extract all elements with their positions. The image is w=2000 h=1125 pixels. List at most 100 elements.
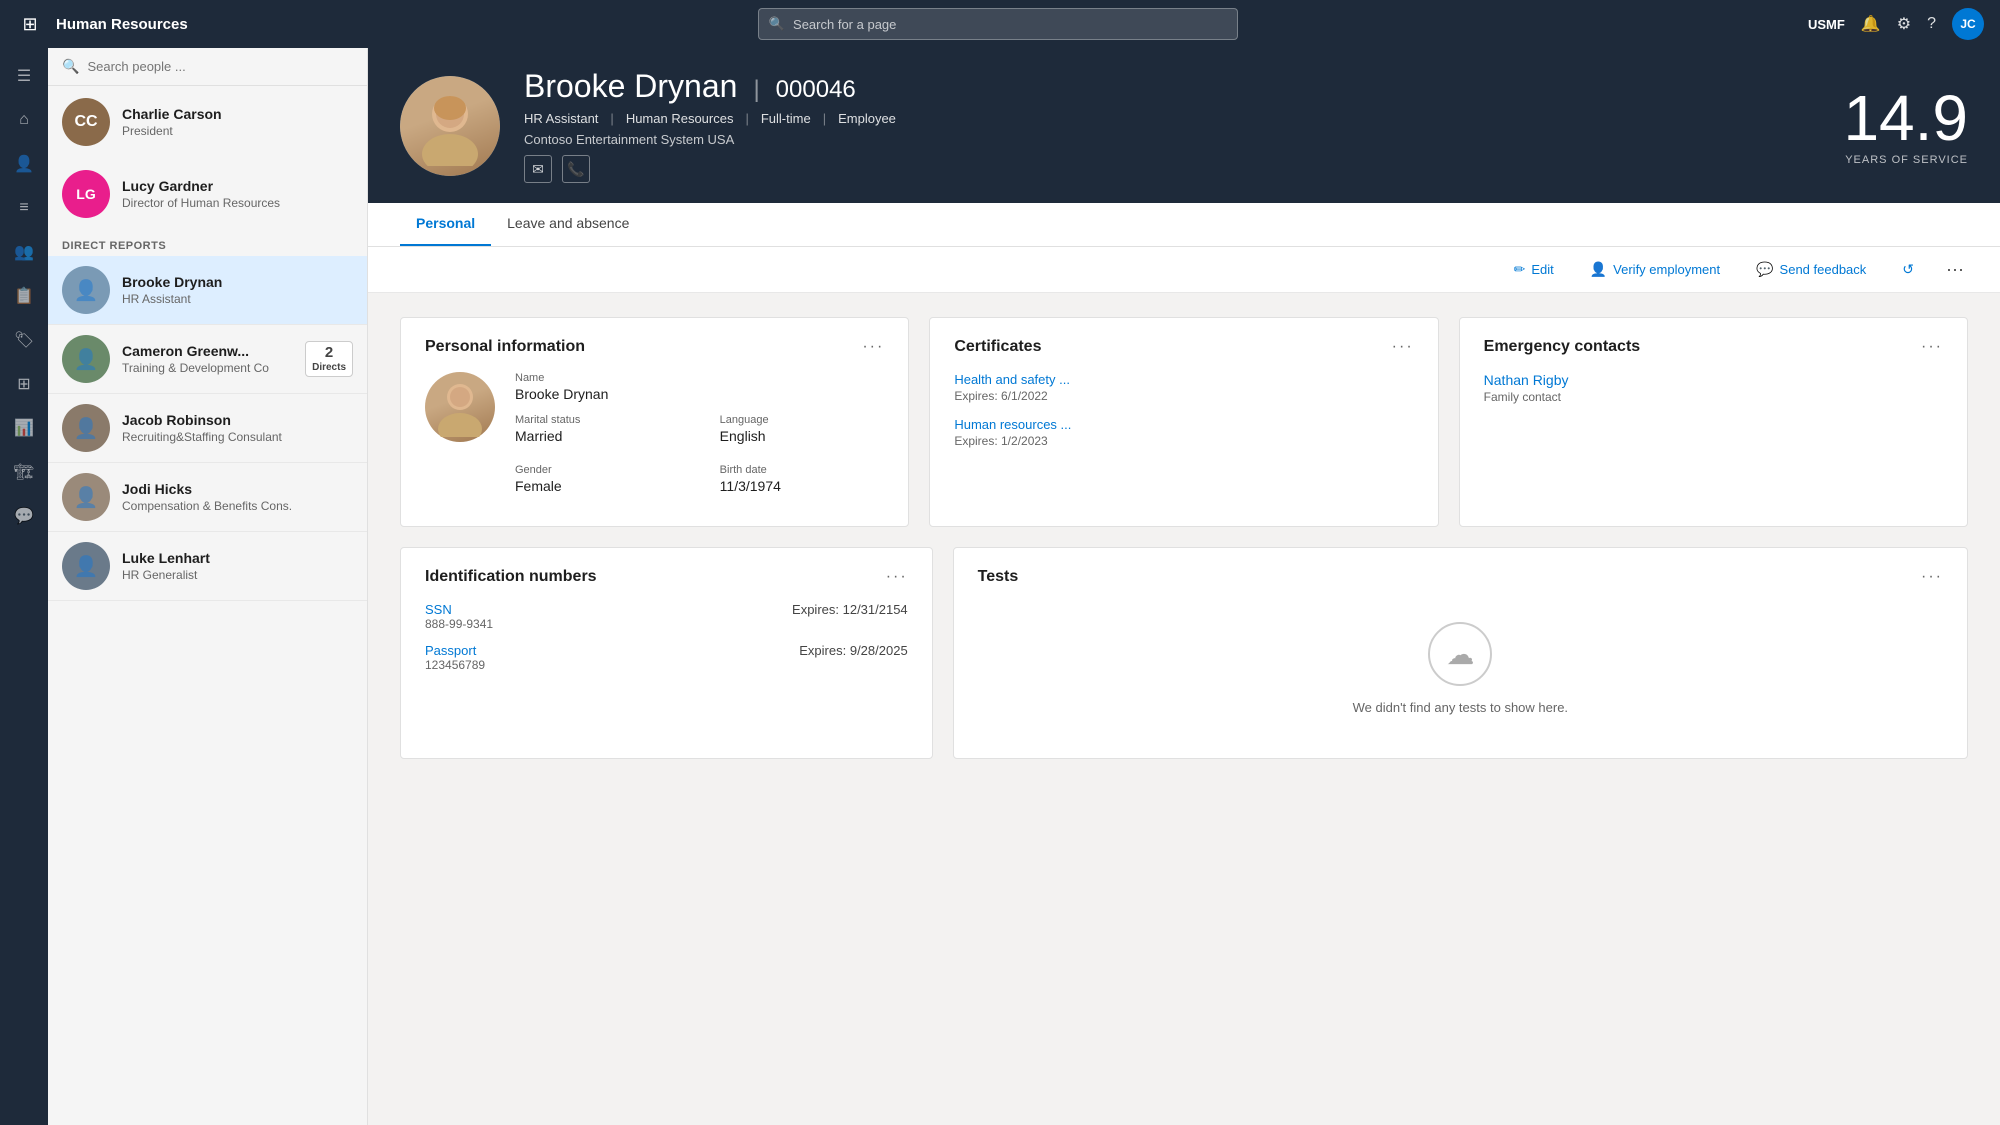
- direct-report-jacob-robinson[interactable]: 👤 Jacob Robinson Recruiting&Staffing Con…: [48, 394, 367, 463]
- person-card-details: Name Brooke Drynan Marital status Marrie…: [515, 372, 884, 506]
- direct-report-luke-lenhart[interactable]: 👤 Luke Lenhart HR Generalist: [48, 532, 367, 601]
- top-nav-right: USMF 🔔 ⚙ ? JC: [1808, 8, 1984, 40]
- tag-icon[interactable]: 🏷: [4, 320, 44, 360]
- app-title: Human Resources: [56, 16, 188, 33]
- list-icon[interactable]: ≡: [4, 188, 44, 228]
- personal-info-title: Personal information: [425, 338, 585, 356]
- people-search-input[interactable]: [87, 59, 353, 74]
- tests-card: Tests ··· ☁ We didn't find any tests to …: [953, 547, 1968, 759]
- profile-name-row: Brooke Drynan | 000046: [524, 68, 1819, 105]
- jacob-robinson-avatar: 👤: [62, 404, 110, 452]
- org-chart-icon[interactable]: 🏗: [4, 452, 44, 492]
- icon-navigation: ☰ ⌂ 👤 ≡ 👥 📋 🏷 ⊞ 📊 🏗 💬: [0, 48, 48, 1125]
- gender-value: Female: [515, 478, 680, 494]
- feedback-label: Send feedback: [1780, 262, 1867, 277]
- cards-row-2: Identification numbers ··· SSN 888-99-93…: [400, 547, 1968, 759]
- directs-label: Directs: [312, 362, 346, 374]
- help-icon[interactable]: ?: [1927, 15, 1936, 33]
- profile-icons: ✉ 📞: [524, 155, 1819, 183]
- card-header: Personal information ···: [425, 338, 884, 356]
- fields-row-2: Gender Female Birth date 11/3/1974: [515, 464, 884, 506]
- cameron-greenw-role: Training & Development Co: [122, 361, 293, 375]
- sidebar: 🔍 CC Charlie Carson President LG Lucy Ga…: [48, 48, 368, 1125]
- tab-leave-and-absence[interactable]: Leave and absence: [491, 202, 645, 246]
- email-icon[interactable]: ✉: [524, 155, 552, 183]
- id-item-passport: Passport 123456789 Expires: 9/28/2025: [425, 643, 908, 672]
- sidebar-item-charlie-carson[interactable]: CC Charlie Carson President: [48, 86, 367, 158]
- direct-report-jodi-hicks[interactable]: 👤 Jodi Hicks Compensation & Benefits Con…: [48, 463, 367, 532]
- marital-value: Married: [515, 428, 680, 444]
- person-icon[interactable]: 👤: [4, 144, 44, 184]
- ssn-label[interactable]: SSN: [425, 602, 493, 617]
- tab-personal[interactable]: Personal: [400, 202, 491, 246]
- avatar-placeholder-icon: 👤: [74, 485, 99, 510]
- direct-reports-label: DIRECT REPORTS: [48, 230, 367, 256]
- cameron-greenw-name: Cameron Greenw...: [122, 343, 293, 359]
- phone-icon[interactable]: 📞: [562, 155, 590, 183]
- cert-link-2[interactable]: Human resources ...: [954, 417, 1413, 432]
- language-value: English: [720, 428, 885, 444]
- search-icon: 🔍: [769, 16, 785, 32]
- send-feedback-button[interactable]: 💬 Send feedback: [1748, 257, 1874, 282]
- profile-name: Brooke Drynan: [524, 68, 737, 105]
- profile-photo-face: [400, 76, 500, 176]
- brooke-drynan-info: Brooke Drynan HR Assistant: [122, 274, 353, 306]
- certificate-item-1: Health and safety ... Expires: 6/1/2022: [954, 372, 1413, 403]
- search-placeholder: Search for a page: [793, 17, 896, 32]
- ec-name-1[interactable]: Nathan Rigby: [1484, 372, 1943, 388]
- avatar-placeholder-icon: 👤: [74, 278, 99, 303]
- document-icon[interactable]: 📋: [4, 276, 44, 316]
- marital-label: Marital status: [515, 414, 680, 426]
- direct-report-brooke-drynan[interactable]: 👤 Brooke Drynan HR Assistant: [48, 256, 367, 325]
- home-icon[interactable]: ⌂: [4, 100, 44, 140]
- global-search[interactable]: 🔍 Search for a page: [758, 8, 1238, 40]
- language-label: Language: [720, 414, 885, 426]
- direct-report-cameron-greenw[interactable]: 👤 Cameron Greenw... Training & Developme…: [48, 325, 367, 394]
- org-name: USMF: [1808, 17, 1845, 32]
- verify-employment-button[interactable]: 👤 Verify employment: [1582, 257, 1728, 282]
- name-label: Name: [515, 372, 884, 384]
- user-avatar[interactable]: JC: [1952, 8, 1984, 40]
- language-group: Language English: [720, 414, 885, 456]
- name-value: Brooke Drynan: [515, 386, 884, 402]
- avatar-placeholder-icon: 👤: [74, 347, 99, 372]
- passport-expires: Expires: 9/28/2025: [799, 643, 907, 658]
- settings-icon[interactable]: ⚙: [1897, 14, 1911, 34]
- years-number: 14.9: [1843, 86, 1968, 150]
- edit-label: Edit: [1531, 262, 1553, 277]
- ssn-expires: Expires: 12/31/2154: [792, 602, 908, 617]
- avatar-initials: CC: [74, 113, 97, 131]
- profile-employee-type: Employee: [838, 111, 896, 126]
- notifications-icon[interactable]: 🔔: [1861, 14, 1881, 34]
- passport-label[interactable]: Passport: [425, 643, 485, 658]
- grid-icon[interactable]: ⊞: [4, 364, 44, 404]
- card-header: Identification numbers ···: [425, 568, 908, 586]
- more-actions-button[interactable]: ···: [1942, 255, 1968, 284]
- people-icon[interactable]: 👥: [4, 232, 44, 272]
- emergency-contacts-more-button[interactable]: ···: [1921, 338, 1943, 356]
- profile-divider: |: [753, 76, 759, 104]
- tests-title: Tests: [978, 568, 1019, 586]
- tests-more-button[interactable]: ···: [1921, 568, 1943, 586]
- identification-more-button[interactable]: ···: [886, 568, 908, 586]
- sidebar-search[interactable]: 🔍: [48, 48, 367, 86]
- personal-info-more-button[interactable]: ···: [862, 338, 884, 356]
- jodi-hicks-info: Jodi Hicks Compensation & Benefits Cons.: [122, 481, 353, 513]
- lucy-gardner-name: Lucy Gardner: [122, 178, 353, 194]
- jodi-hicks-name: Jodi Hicks: [122, 481, 353, 497]
- refresh-button[interactable]: ↺: [1894, 257, 1922, 282]
- cert-link-1[interactable]: Health and safety ...: [954, 372, 1413, 387]
- sidebar-item-lucy-gardner[interactable]: LG Lucy Gardner Director of Human Resour…: [48, 158, 367, 230]
- feedback-icon[interactable]: 💬: [4, 496, 44, 536]
- years-label: YEARS OF SERVICE: [1843, 154, 1968, 166]
- ec-role-1: Family contact: [1484, 390, 1943, 404]
- menu-toggle-icon[interactable]: ☰: [4, 56, 44, 96]
- directs-count: 2: [325, 344, 333, 362]
- waffle-menu-icon[interactable]: ⊞: [16, 10, 44, 38]
- personal-information-card: Personal information ··· Name: [400, 317, 909, 527]
- certificates-more-button[interactable]: ···: [1392, 338, 1414, 356]
- chart-icon[interactable]: 📊: [4, 408, 44, 448]
- profile-employment-type: Full-time: [761, 111, 811, 126]
- edit-button[interactable]: ✏ Edit: [1506, 257, 1562, 282]
- main-layout: ☰ ⌂ 👤 ≡ 👥 📋 🏷 ⊞ 📊 🏗 💬 🔍 CC Charlie Carso…: [0, 48, 2000, 1125]
